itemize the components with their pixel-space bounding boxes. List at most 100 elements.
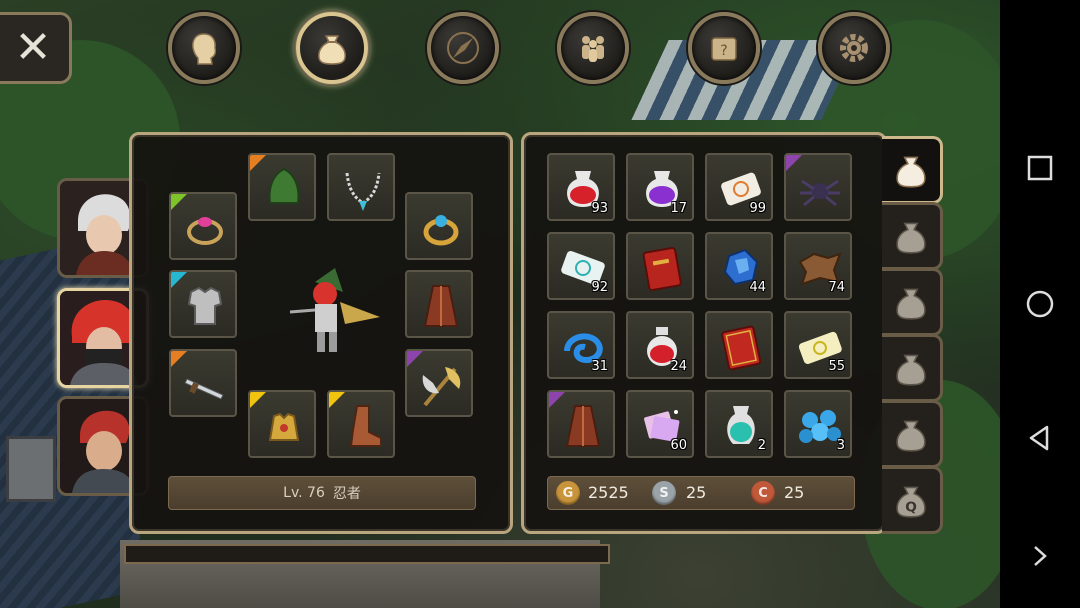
gold-ring-icon bbox=[423, 215, 459, 246]
chevron-right-icon bbox=[1034, 546, 1047, 566]
equip-slot-ring-left[interactable] bbox=[169, 192, 237, 260]
bag-icon bbox=[896, 222, 926, 254]
inventory-slot[interactable]: 60 bbox=[626, 390, 694, 458]
inventory-slot[interactable] bbox=[547, 390, 615, 458]
inventory-slot[interactable]: 55 bbox=[784, 311, 852, 379]
level-class-bar: Lv. 76 忍者 bbox=[168, 476, 476, 510]
silver-amount: 25 bbox=[686, 483, 707, 502]
nav-settings-button[interactable] bbox=[818, 12, 890, 84]
home-button[interactable] bbox=[1020, 284, 1060, 324]
bag-tab-3[interactable] bbox=[882, 268, 943, 336]
quest-tab-label: Q bbox=[905, 500, 917, 516]
equip-slot-helmet[interactable] bbox=[248, 153, 316, 221]
level-label: Lv. 76 bbox=[283, 485, 325, 501]
character-sprite bbox=[289, 268, 380, 352]
svg-text:?: ? bbox=[720, 43, 727, 59]
inventory-slot[interactable]: 99 bbox=[705, 153, 773, 221]
quest-bag-icon: Q bbox=[896, 486, 926, 518]
bag-icon bbox=[896, 420, 926, 452]
class-name: 忍者 bbox=[332, 486, 361, 502]
close-icon: ✕ bbox=[14, 22, 52, 73]
golden-axe-icon bbox=[422, 367, 461, 407]
bag-tab-quest[interactable]: Q bbox=[882, 466, 943, 534]
inventory-slot[interactable]: 17 bbox=[626, 153, 694, 221]
inventory-slot[interactable]: 92 bbox=[547, 232, 615, 300]
circle-icon bbox=[1026, 290, 1054, 318]
gear-icon bbox=[840, 34, 868, 62]
silver-necklace-icon bbox=[345, 172, 381, 211]
red-tome-icon bbox=[721, 325, 762, 371]
recents-button[interactable] bbox=[1020, 148, 1060, 188]
leather-boots-icon bbox=[349, 405, 382, 447]
item-quantity: 74 bbox=[828, 280, 845, 295]
item-quantity: 92 bbox=[591, 280, 608, 295]
dark-spider-icon bbox=[800, 179, 840, 207]
currency-bar: G 2525 S 25 C 25 bbox=[547, 476, 855, 510]
equip-slot-ring-right[interactable] bbox=[405, 192, 473, 260]
silver-coin-icon: S bbox=[652, 481, 676, 505]
chimney bbox=[6, 436, 56, 502]
inventory-slot[interactable]: 3 bbox=[784, 390, 852, 458]
bag-tab-5[interactable] bbox=[882, 400, 943, 468]
bag-icon bbox=[896, 354, 926, 386]
item-quantity: 93 bbox=[591, 201, 608, 216]
bag-icon bbox=[896, 288, 926, 320]
system-nav-bar bbox=[1000, 0, 1080, 608]
inventory-slot[interactable]: 24 bbox=[626, 311, 694, 379]
nav-character-button[interactable] bbox=[168, 12, 240, 84]
inventory-slot[interactable] bbox=[626, 232, 694, 300]
inventory-slot[interactable] bbox=[705, 311, 773, 379]
item-quantity: 31 bbox=[591, 359, 608, 374]
equip-slot-offhand[interactable] bbox=[405, 349, 473, 417]
item-quantity: 99 bbox=[749, 201, 766, 216]
nav-party-button[interactable] bbox=[557, 12, 629, 84]
pink-gem-ring-icon bbox=[187, 217, 223, 245]
green-hood-icon bbox=[268, 167, 300, 204]
equip-slot-cloak[interactable] bbox=[405, 270, 473, 338]
bag-icon bbox=[318, 35, 346, 65]
bag-icon bbox=[896, 156, 926, 188]
back-button[interactable] bbox=[1020, 418, 1060, 458]
item-quantity: 17 bbox=[670, 201, 687, 216]
nav-bag-button[interactable] bbox=[296, 12, 368, 84]
equip-slot-necklace[interactable] bbox=[327, 153, 395, 221]
gold-amount: 2525 bbox=[588, 483, 629, 502]
inventory-slot[interactable]: 31 bbox=[547, 311, 615, 379]
equip-slot-gloves[interactable] bbox=[248, 390, 316, 458]
expand-button[interactable] bbox=[1020, 536, 1060, 576]
red-book-icon bbox=[642, 246, 682, 291]
close-button[interactable]: ✕ bbox=[0, 12, 72, 84]
equip-slot-boots[interactable] bbox=[327, 390, 395, 458]
nav-skill-button[interactable] bbox=[427, 12, 499, 84]
inventory-slot[interactable] bbox=[784, 153, 852, 221]
inventory-slot[interactable]: 44 bbox=[705, 232, 773, 300]
copper-amount: 25 bbox=[784, 483, 805, 502]
item-quantity: 55 bbox=[828, 359, 845, 374]
copper-coin-icon: C bbox=[751, 481, 775, 505]
square-icon bbox=[1027, 155, 1053, 181]
bag-tab-2[interactable] bbox=[882, 202, 943, 270]
item-quantity: 2 bbox=[757, 438, 766, 453]
inventory-slot[interactable]: 2 bbox=[705, 390, 773, 458]
silver-armor-icon bbox=[187, 286, 223, 325]
quest-scroll-icon: ? bbox=[711, 37, 737, 61]
item-quantity: 60 bbox=[670, 438, 687, 453]
dagger-icon bbox=[184, 378, 224, 400]
item-quantity: 44 bbox=[749, 280, 766, 295]
nav-quest-button[interactable]: ? bbox=[688, 12, 760, 84]
item-quantity: 3 bbox=[836, 438, 845, 453]
equip-slot-weapon[interactable] bbox=[169, 349, 237, 417]
equip-slot-armor[interactable] bbox=[169, 270, 237, 338]
bag-tab-4[interactable] bbox=[882, 334, 943, 402]
triangle-back-icon bbox=[1029, 425, 1049, 451]
party-icon bbox=[582, 36, 604, 62]
character-head-icon bbox=[192, 33, 217, 65]
brown-robe-icon bbox=[565, 405, 601, 447]
bag-tab-1[interactable] bbox=[882, 136, 943, 204]
inventory-slot[interactable]: 74 bbox=[784, 232, 852, 300]
gold-coin-icon: G bbox=[556, 481, 580, 505]
inventory-slot[interactable]: 93 bbox=[547, 153, 615, 221]
brown-cloak-icon bbox=[423, 285, 459, 327]
skill-compass-icon bbox=[447, 32, 479, 64]
item-quantity: 24 bbox=[670, 359, 687, 374]
